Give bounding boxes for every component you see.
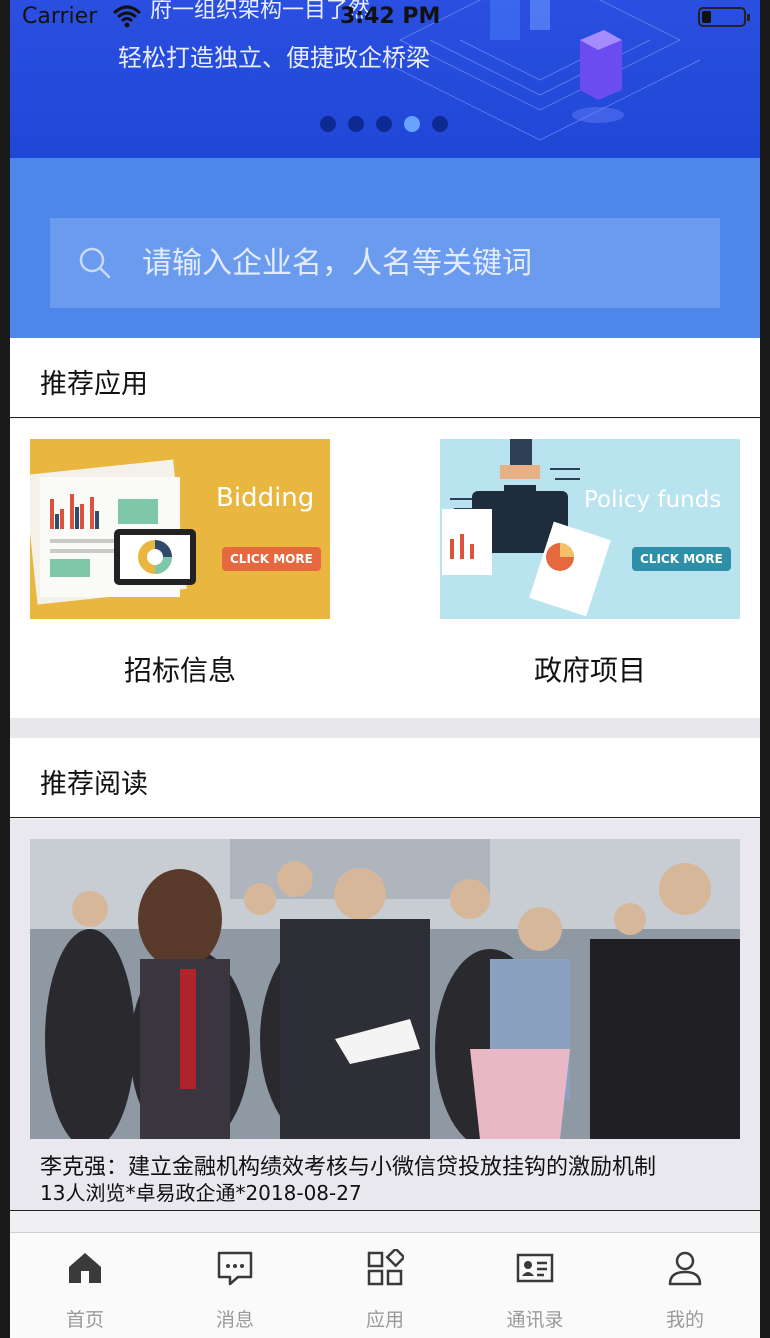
- carousel-dot[interactable]: [348, 116, 364, 132]
- bottom-tab-bar: 首页 消息 应用 通讯录 我的: [10, 1232, 760, 1338]
- profile-icon: [668, 1251, 702, 1286]
- clock: 3:42 PM: [340, 4, 441, 29]
- bidding-illustration: [30, 459, 196, 605]
- carousel-dot[interactable]: [432, 116, 448, 132]
- policy-funds-banner-image[interactable]: Policy funds CLICK MORE: [440, 439, 740, 619]
- news-photo[interactable]: [30, 839, 740, 1139]
- battery-icon: [698, 7, 750, 27]
- tab-label: 首页: [65, 1309, 104, 1331]
- news-photo-image: [30, 839, 740, 1139]
- tab-label: 通讯录: [506, 1309, 564, 1331]
- search-header: [10, 158, 760, 338]
- tab-label: 我的: [665, 1309, 704, 1331]
- search-icon: [79, 247, 111, 279]
- tab-home[interactable]: 首页: [10, 1233, 160, 1338]
- section-title: 推荐阅读: [40, 769, 148, 800]
- recommended-apps-grid: Bidding CLICK MORE 招标信息 Policy funds CLI…: [10, 419, 760, 718]
- apps-icon: [367, 1249, 404, 1286]
- banner-subtitle: 轻松打造独立、便捷政企桥梁: [118, 44, 430, 72]
- contacts-icon: [516, 1253, 554, 1283]
- policy-image-text: Policy funds: [584, 487, 722, 513]
- carrier-label: Carrier: [22, 4, 98, 29]
- app-card-bidding[interactable]: Bidding CLICK MORE 招标信息: [30, 439, 330, 687]
- news-meta: 13人浏览*卓易政企通*2018-08-27: [40, 1181, 362, 1205]
- search-input[interactable]: [142, 245, 682, 281]
- tab-messages[interactable]: 消息: [160, 1233, 310, 1338]
- app-label-gov-projects: 政府项目: [533, 654, 646, 687]
- tab-contacts[interactable]: 通讯录: [460, 1233, 610, 1338]
- message-icon: [217, 1251, 253, 1286]
- wifi-icon: [112, 5, 142, 28]
- app-screen: 府一组织架构一目了然 轻松打造独立、便捷政企桥梁 Carrier 3:42 PM: [10, 0, 760, 1338]
- home-icon: [69, 1253, 101, 1283]
- search-bar[interactable]: [50, 218, 720, 308]
- app-card-gov-projects[interactable]: Policy funds CLICK MORE 政府项目: [440, 439, 740, 687]
- bidding-image-text: Bidding: [216, 483, 315, 513]
- news-list-item[interactable]: 李克强：建立金融机构绩效考核与小微信贷投放挂钩的激励机制 13人浏览*卓易政企通…: [10, 819, 760, 1211]
- tab-label: 消息: [215, 1309, 254, 1331]
- section-divider: [10, 718, 760, 738]
- app-label-bidding: 招标信息: [123, 654, 236, 687]
- recommended-reading-header: 推荐阅读: [10, 738, 760, 818]
- tab-label: 应用: [365, 1309, 404, 1331]
- policy-click-more[interactable]: CLICK MORE: [632, 547, 731, 571]
- bidding-banner-image[interactable]: Bidding CLICK MORE: [30, 439, 330, 619]
- carousel-dot[interactable]: [320, 116, 336, 132]
- bidding-click-more[interactable]: CLICK MORE: [222, 547, 321, 571]
- tab-apps[interactable]: 应用: [310, 1233, 460, 1338]
- tab-profile[interactable]: 我的: [610, 1233, 760, 1338]
- carousel-dot[interactable]: [376, 116, 392, 132]
- carousel-dot-active[interactable]: [404, 116, 420, 132]
- carousel-page-indicator[interactable]: [320, 116, 448, 132]
- recommended-apps-header: 推荐应用: [10, 338, 760, 418]
- policy-illustration: [442, 439, 611, 617]
- section-title: 推荐应用: [40, 369, 148, 400]
- status-bar: Carrier 3:42 PM: [10, 0, 760, 34]
